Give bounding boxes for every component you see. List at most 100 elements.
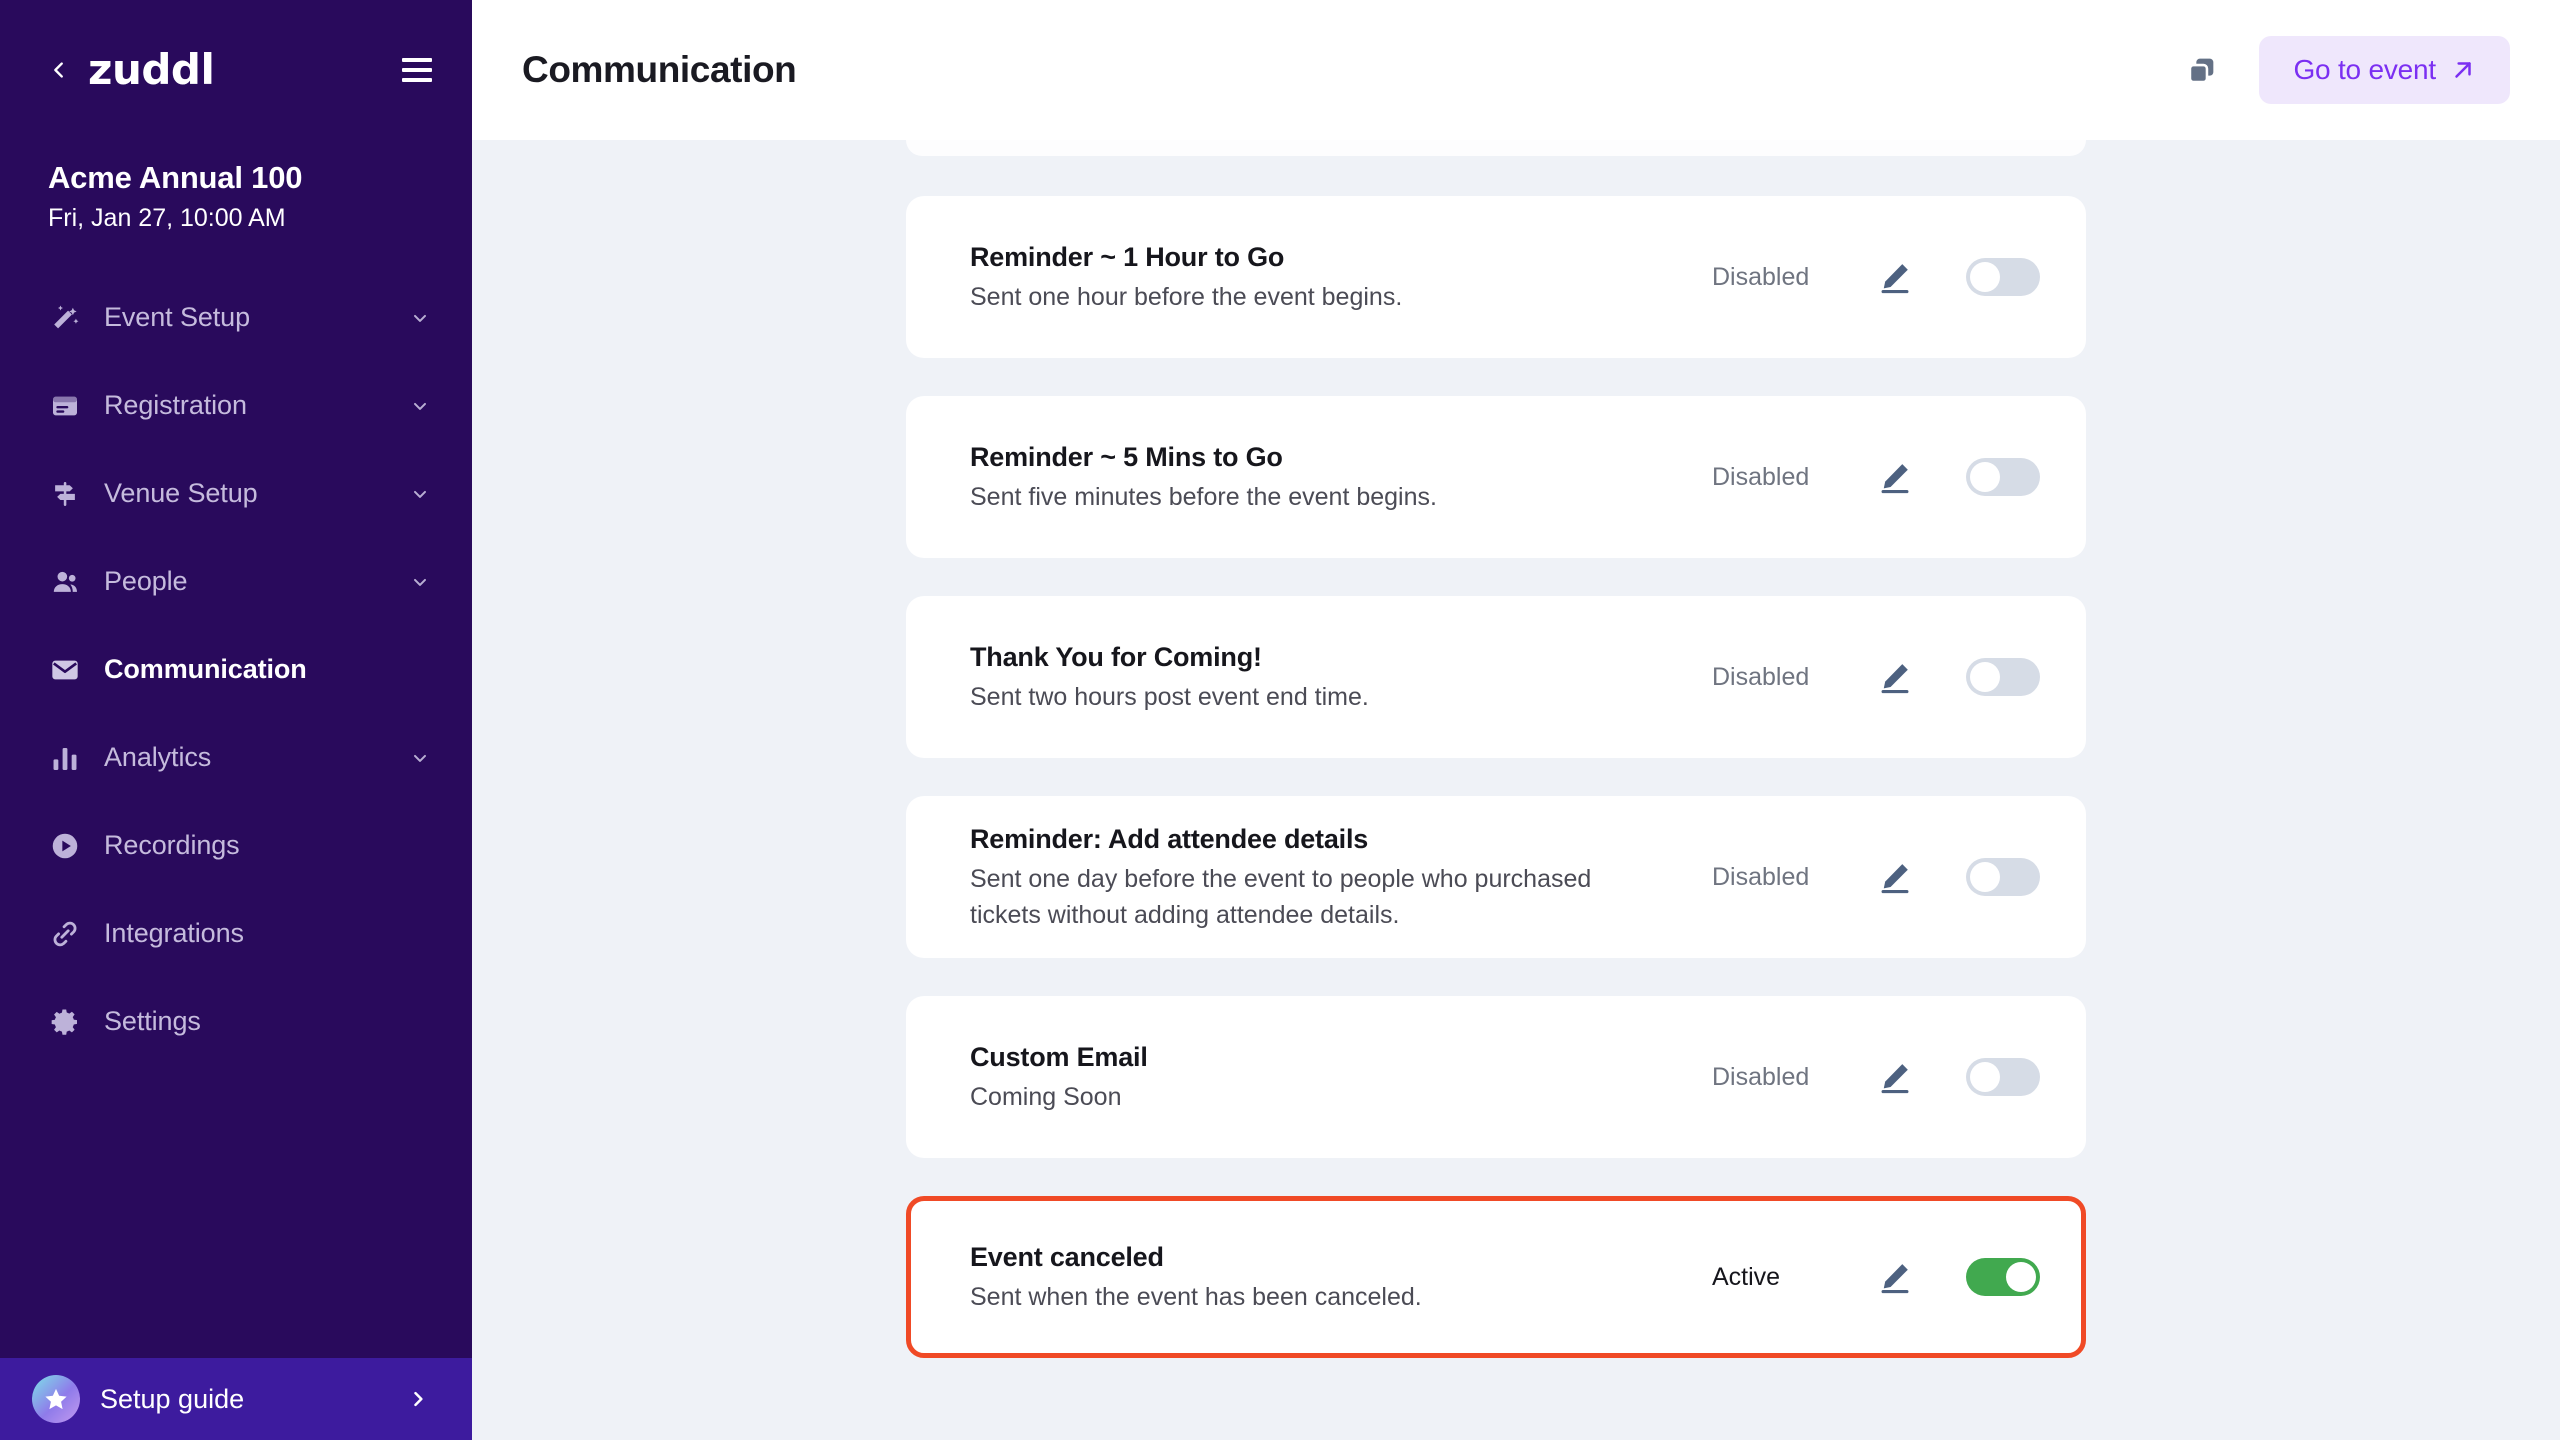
main-area: Communication Go to event Reminder ~ 1 H… (472, 0, 2560, 1440)
email-card-title: Reminder ~ 1 Hour to Go (970, 239, 1692, 275)
hamburger-menu-icon[interactable] (402, 58, 432, 82)
top-bar: Communication Go to event (472, 0, 2560, 140)
play-circle-icon (48, 829, 82, 863)
email-card-description: Sent two hours post event end time. (970, 680, 1610, 716)
email-card-text: Thank You for Coming! Sent two hours post… (970, 639, 1712, 716)
email-card: Reminder ~ 1 Hour to Go Sent one hour bef… (906, 196, 2086, 358)
email-card: Custom Email Coming Soon Disabled (906, 996, 2086, 1158)
chevron-down-icon[interactable] (410, 748, 430, 768)
envelope-icon (48, 653, 82, 687)
email-card-description: Sent one day before the event to people … (970, 862, 1610, 933)
sidebar-item-label: Recordings (104, 830, 430, 861)
link-icon (48, 917, 82, 951)
email-cards-list: Reminder ~ 1 Hour to Go Sent one hour bef… (906, 140, 2086, 1358)
bar-chart-icon (48, 741, 82, 775)
toggle-knob (1970, 1062, 2000, 1092)
sidebar-item-event-setup[interactable]: Event Setup (0, 274, 472, 362)
sidebar-item-label: Analytics (104, 742, 410, 773)
status-badge: Disabled (1712, 863, 1862, 892)
email-card: Event canceledSent when the event has be… (906, 1196, 2086, 1358)
email-card-description: Coming Soon (970, 1080, 1610, 1116)
email-toggle[interactable] (1966, 1258, 2040, 1296)
sidebar-item-people[interactable]: People (0, 538, 472, 626)
page-title: Communication (522, 49, 2181, 91)
sidebar-item-label: Venue Setup (104, 478, 410, 509)
chevron-down-icon[interactable] (410, 396, 430, 416)
email-card-text: Reminder ~ 5 Mins to Go Sent five minutes… (970, 439, 1712, 516)
email-card-text: Event canceledSent when the event has be… (970, 1239, 1712, 1316)
partial-card-above (906, 140, 2086, 156)
content-scroll-area[interactable]: Reminder ~ 1 Hour to Go Sent one hour bef… (472, 140, 2560, 1440)
sidebar-item-registration[interactable]: Registration (0, 362, 472, 450)
email-toggle[interactable] (1966, 858, 2040, 896)
email-card: Thank You for Coming! Sent two hours post… (906, 596, 2086, 758)
email-card-title: Reminder ~ 5 Mins to Go (970, 439, 1692, 475)
star-badge-icon (32, 1375, 80, 1423)
arrow-up-right-icon (2450, 57, 2476, 83)
email-card: Reminder ~ 5 Mins to Go Sent five minutes… (906, 396, 2086, 558)
event-info: Acme Annual 100 Fri, Jan 27, 10:00 AM (0, 140, 472, 248)
sidebar-item-settings[interactable]: Settings (0, 978, 472, 1066)
email-card-title: Event canceled (970, 1239, 1692, 1275)
email-card-description: Sent five minutes before the event begin… (970, 480, 1610, 516)
email-toggle[interactable] (1966, 458, 2040, 496)
pencil-icon[interactable] (1872, 1254, 1918, 1300)
email-card-text: Reminder: Add attendee details Sent one d… (970, 821, 1712, 933)
chevron-down-icon[interactable] (410, 308, 430, 328)
sidebar-item-label: Registration (104, 390, 410, 421)
email-card-description: Sent one hour before the event begins. (970, 280, 1610, 316)
pencil-icon[interactable] (1872, 454, 1918, 500)
pencil-icon[interactable] (1872, 654, 1918, 700)
email-card-text: Reminder ~ 1 Hour to Go Sent one hour bef… (970, 239, 1712, 316)
email-card-text: Custom Email Coming Soon (970, 1039, 1712, 1116)
gear-icon (48, 1005, 82, 1039)
email-toggle[interactable] (1966, 658, 2040, 696)
logo-text: zuddl (88, 49, 214, 91)
chevron-left-icon[interactable] (48, 59, 70, 81)
sidebar-nav: Event Setup Registration Venue Setup People… (0, 274, 472, 1358)
toggle-knob (1970, 262, 2000, 292)
email-toggle[interactable] (1966, 258, 2040, 296)
form-icon (48, 389, 82, 423)
app-root: zuddl Acme Annual 100 Fri, Jan 27, 10:00… (0, 0, 2560, 1440)
email-card: Reminder: Add attendee details Sent one d… (906, 796, 2086, 958)
sidebar-item-label: Integrations (104, 918, 430, 949)
toggle-knob (1970, 662, 2000, 692)
go-to-event-label: Go to event (2293, 54, 2436, 86)
chevron-right-icon (408, 1388, 428, 1410)
sidebar: zuddl Acme Annual 100 Fri, Jan 27, 10:00… (0, 0, 472, 1440)
email-toggle[interactable] (1966, 1058, 2040, 1096)
sidebar-item-analytics[interactable]: Analytics (0, 714, 472, 802)
sidebar-item-label: People (104, 566, 410, 597)
sidebar-item-venue-setup[interactable]: Venue Setup (0, 450, 472, 538)
status-badge: Disabled (1712, 463, 1862, 492)
toggle-knob (2006, 1262, 2036, 1292)
top-bar-actions: Go to event (2181, 36, 2510, 104)
sidebar-item-communication[interactable]: Communication (0, 626, 472, 714)
email-card-title: Reminder: Add attendee details (970, 821, 1692, 857)
status-badge: Disabled (1712, 1063, 1862, 1092)
sidebar-item-integrations[interactable]: Integrations (0, 890, 472, 978)
status-badge: Active (1712, 1263, 1862, 1292)
pencil-icon[interactable] (1872, 854, 1918, 900)
sidebar-item-label: Event Setup (104, 302, 410, 333)
chevron-down-icon[interactable] (410, 572, 430, 592)
setup-guide-button[interactable]: Setup guide (0, 1358, 472, 1440)
chevron-down-icon[interactable] (410, 484, 430, 504)
sidebar-item-recordings[interactable]: Recordings (0, 802, 472, 890)
email-card-title: Thank You for Coming! (970, 639, 1692, 675)
signpost-icon (48, 477, 82, 511)
sidebar-header: zuddl (0, 0, 472, 140)
copy-icon[interactable] (2181, 49, 2223, 91)
brand[interactable]: zuddl (48, 49, 214, 91)
sidebar-item-label: Communication (104, 654, 430, 685)
people-icon (48, 565, 82, 599)
pencil-icon[interactable] (1872, 1054, 1918, 1100)
go-to-event-button[interactable]: Go to event (2259, 36, 2510, 104)
sidebar-item-label: Settings (104, 1006, 430, 1037)
event-date: Fri, Jan 27, 10:00 AM (48, 200, 424, 238)
status-badge: Disabled (1712, 663, 1862, 692)
pencil-icon[interactable] (1872, 254, 1918, 300)
toggle-knob (1970, 862, 2000, 892)
email-card-title: Custom Email (970, 1039, 1692, 1075)
